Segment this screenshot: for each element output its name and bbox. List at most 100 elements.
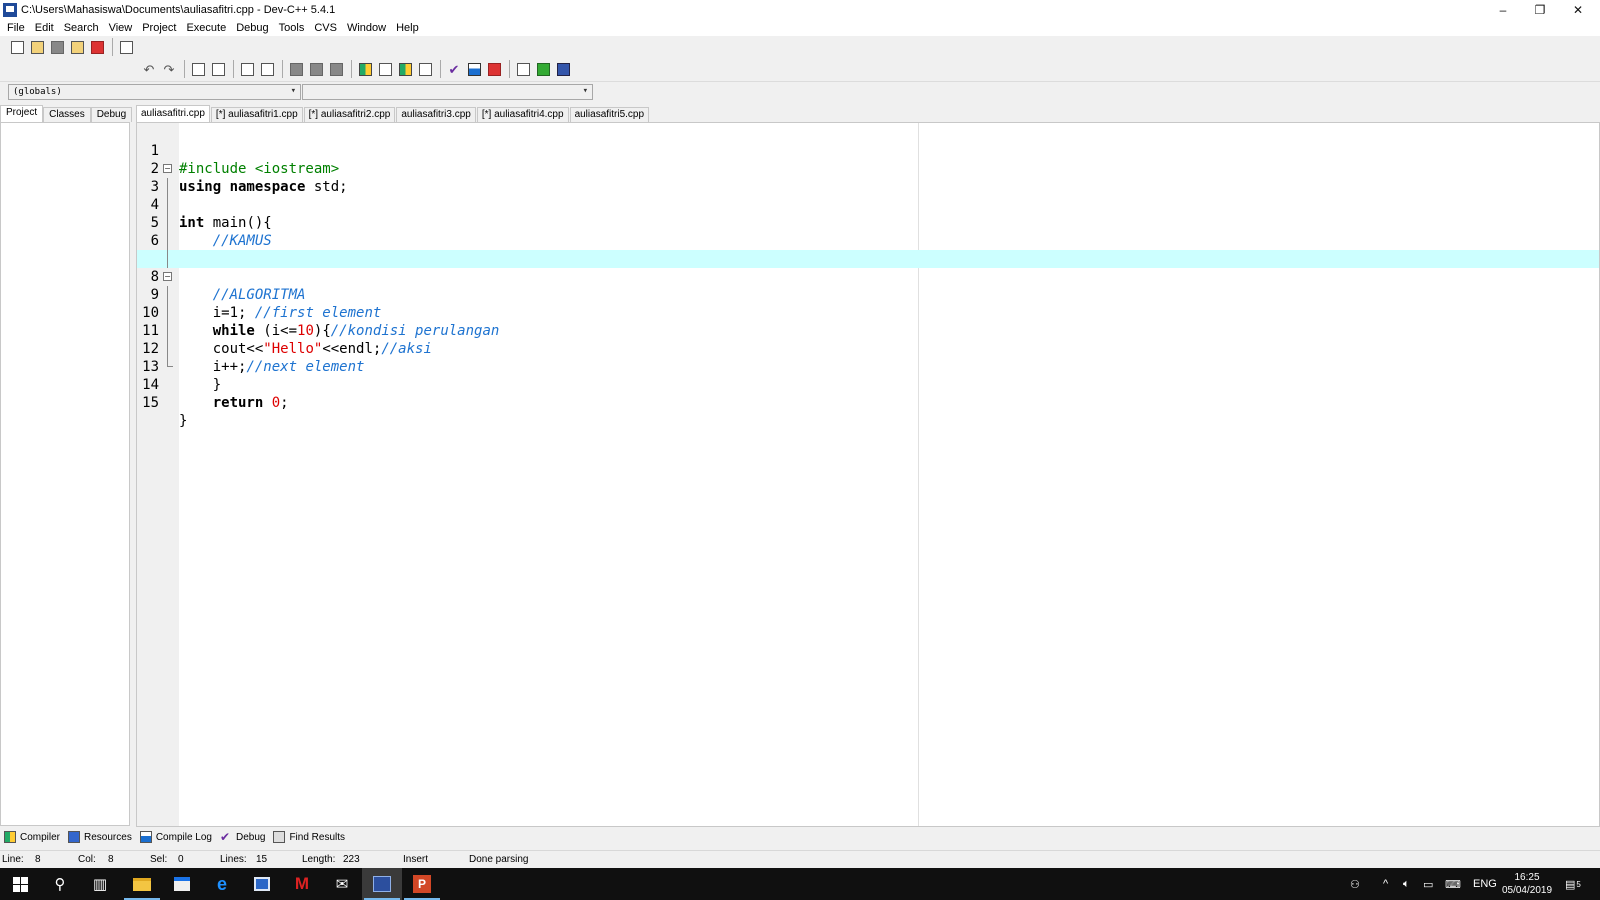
powerpoint-button[interactable]: P: [402, 868, 442, 900]
menu-cvs[interactable]: CVS: [309, 22, 342, 34]
tab-auliasafitri2[interactable]: [*] auliasafitri2.cpp: [303, 107, 396, 122]
goto-button[interactable]: [534, 60, 552, 78]
tab-debug-output[interactable]: ✔ Debug: [220, 831, 265, 843]
app-icon: [254, 877, 270, 891]
network-icon[interactable]: ▭: [1423, 868, 1433, 900]
tab-project[interactable]: Project: [0, 105, 44, 122]
code-line: 1 #include <iostream>: [137, 124, 1599, 177]
undo-button[interactable]: ↶: [140, 60, 158, 78]
debug-run-button[interactable]: [485, 60, 503, 78]
tab-auliasafitri[interactable]: auliasafitri.cpp: [136, 105, 210, 122]
clock[interactable]: 16:25 05/04/2019: [1497, 871, 1557, 897]
file-explorer-button[interactable]: [122, 868, 162, 900]
checkmark-icon: ✔: [448, 61, 460, 77]
bookmark-next-button[interactable]: [307, 60, 325, 78]
start-button[interactable]: [0, 868, 40, 900]
menu-file[interactable]: File: [2, 22, 30, 34]
devcpp-taskbar-button[interactable]: [362, 868, 402, 900]
tab-auliasafitri5[interactable]: auliasafitri5.cpp: [569, 107, 650, 122]
people-icon[interactable]: ⚇: [1350, 868, 1360, 900]
status-lines-label: Lines:: [220, 854, 247, 865]
tab-find-results[interactable]: Find Results: [273, 831, 345, 843]
menu-debug[interactable]: Debug: [231, 22, 273, 34]
close-file-icon: [90, 40, 104, 54]
tab-auliasafitri3[interactable]: auliasafitri3.cpp: [396, 107, 476, 122]
store-button[interactable]: [162, 868, 202, 900]
find-button[interactable]: [189, 60, 207, 78]
speaker-muted-icon[interactable]: 🔈︎: [1403, 868, 1410, 900]
language-indicator[interactable]: ENG: [1473, 868, 1497, 900]
insert-button[interactable]: [514, 60, 532, 78]
menu-tools[interactable]: Tools: [274, 22, 310, 34]
edge-button[interactable]: e: [202, 868, 242, 900]
layout-button[interactable]: [396, 60, 414, 78]
menu-search[interactable]: Search: [59, 22, 104, 34]
redo-button[interactable]: ↷: [160, 60, 178, 78]
chevron-up-icon[interactable]: ^: [1383, 868, 1388, 900]
code-line: 3 − int main(){: [137, 160, 1599, 231]
toolbar-separator: [184, 60, 185, 78]
scope-combo[interactable]: (globals) ▾: [8, 84, 301, 100]
fold-guide: [167, 178, 168, 196]
store-icon: [174, 877, 190, 891]
tab-label: Debug: [235, 831, 266, 843]
fold-minus-icon[interactable]: −: [163, 272, 172, 281]
bookmark-prev-button[interactable]: [287, 60, 305, 78]
menu-view[interactable]: View: [104, 22, 138, 34]
close-button[interactable]: ✕: [1555, 0, 1600, 19]
replace-icon: [211, 62, 225, 76]
status-line-value: 8: [35, 854, 41, 865]
save-button[interactable]: [48, 38, 66, 56]
tab-compiler[interactable]: Compiler: [4, 831, 60, 843]
about-button[interactable]: [554, 60, 572, 78]
tab-auliasafitri1[interactable]: [*] auliasafitri1.cpp: [210, 107, 303, 122]
app-button[interactable]: [242, 868, 282, 900]
project-browser[interactable]: [0, 122, 130, 826]
menu-project[interactable]: Project: [137, 22, 181, 34]
layout-icon: [398, 62, 412, 76]
tile-button[interactable]: [416, 60, 434, 78]
devcpp-window: C:\Users\Mahasiswa\Documents\auliasafitr…: [0, 0, 1600, 900]
indent-button[interactable]: [238, 60, 256, 78]
keyboard-icon[interactable]: ⌨: [1445, 868, 1461, 900]
status-sel-label: Sel:: [150, 854, 168, 865]
save-all-button[interactable]: [68, 38, 86, 56]
code-editor[interactable]: 1 #include <iostream> 2 using namespace …: [136, 122, 1600, 827]
print-button[interactable]: [117, 38, 135, 56]
tab-auliasafitri4[interactable]: [*] auliasafitri4.cpp: [476, 107, 569, 122]
menu-edit[interactable]: Edit: [30, 22, 59, 34]
code-line: 4 //KAMUS: [137, 178, 1599, 249]
find-icon: [191, 62, 205, 76]
close-file-button[interactable]: [88, 38, 106, 56]
profile-button[interactable]: [465, 60, 483, 78]
goto-line-button[interactable]: [327, 60, 345, 78]
menu-window[interactable]: Window: [342, 22, 391, 34]
member-combo[interactable]: ▾: [302, 84, 593, 100]
mcafee-button[interactable]: M: [282, 868, 322, 900]
replace-button[interactable]: [209, 60, 227, 78]
check-syntax-button[interactable]: ✔: [445, 60, 463, 78]
search-button[interactable]: ⚲: [40, 868, 80, 900]
editor-tabs: auliasafitri.cpp [*] auliasafitri1.cpp […: [136, 105, 650, 122]
tab-classes[interactable]: Classes: [43, 107, 91, 122]
tab-debug[interactable]: Debug: [90, 107, 133, 122]
fold-guide: [167, 214, 168, 232]
fold-minus-icon[interactable]: −: [163, 164, 172, 173]
window-button[interactable]: [376, 60, 394, 78]
task-view-button[interactable]: ▥: [80, 868, 120, 900]
new-project-button[interactable]: [356, 60, 374, 78]
open-file-button[interactable]: [28, 38, 46, 56]
menu-execute[interactable]: Execute: [181, 22, 231, 34]
mail-button[interactable]: ✉: [322, 868, 362, 900]
chevron-down-icon: ▾: [290, 86, 296, 96]
tab-compile-log[interactable]: Compile Log: [139, 831, 212, 843]
new-file-button[interactable]: [8, 38, 26, 56]
notification-button[interactable]: ▤ 5: [1565, 868, 1581, 900]
code-line: 10 cout<<"Hello"<<endl;//aksi: [137, 286, 1599, 357]
toolbar-separator: [233, 60, 234, 78]
unindent-button[interactable]: [258, 60, 276, 78]
tab-resources[interactable]: Resources: [68, 831, 132, 843]
menu-help[interactable]: Help: [391, 22, 424, 34]
devcpp-app-icon: [3, 2, 17, 17]
toolbar-separator: [509, 60, 510, 78]
